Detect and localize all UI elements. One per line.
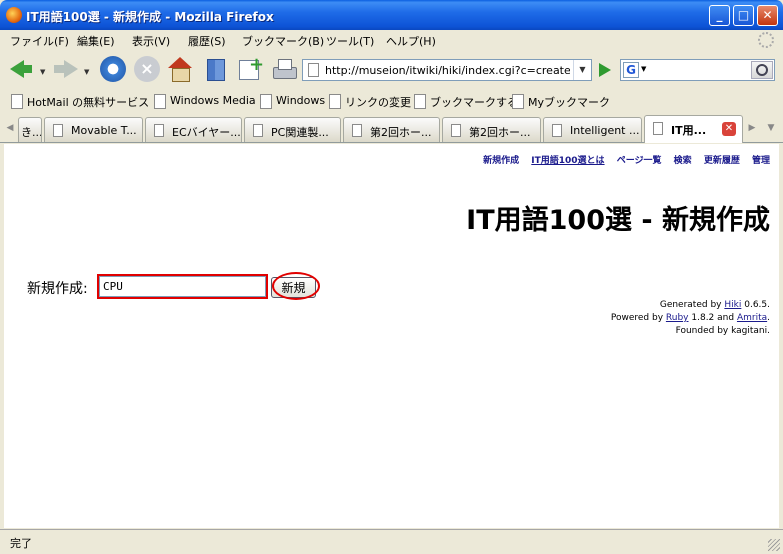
search-engine-icon[interactable]: G: [623, 62, 639, 78]
tab-3[interactable]: ECバイヤー...: [145, 117, 242, 142]
tab-label: ECバイヤー...: [172, 126, 241, 139]
print-icon[interactable]: [271, 56, 297, 82]
footer-founded-line: Founded by kagitani.: [675, 326, 770, 336]
tab-label: 第2回ホー...: [370, 126, 432, 139]
footer-powered-line: Powered by Ruby 1.8.2 and Amrita.: [611, 312, 770, 325]
menu-view[interactable]: 表示(V): [132, 33, 170, 49]
search-icon[interactable]: [751, 61, 773, 79]
tab-label: IT用...: [671, 124, 707, 137]
menu-history[interactable]: 履歴(S): [188, 33, 226, 49]
url-dropdown-icon[interactable]: ▼: [573, 60, 591, 80]
tab-5[interactable]: 第2回ホー...: [343, 117, 440, 142]
tab-bar: ◀ き... Movable T... ECバイヤー... PC関連製... 第…: [0, 114, 783, 143]
bookmark-hotmail[interactable]: HotMail の無料サービス: [11, 94, 149, 110]
tab-label: PC関連製...: [271, 126, 329, 139]
tab-8-active[interactable]: IT用... ✕: [644, 115, 743, 143]
menu-bookmarks[interactable]: ブックマーク(B): [242, 33, 324, 49]
link-admin[interactable]: 管理: [752, 156, 770, 166]
window-title: IT用語100選 - 新規作成 - Mozilla Firefox: [26, 10, 274, 24]
tab-1[interactable]: き...: [18, 117, 42, 142]
maximize-button[interactable]: □: [733, 5, 754, 26]
page-icon: [352, 124, 362, 137]
bookmark-my-bookmarks[interactable]: Myブックマーク: [512, 94, 610, 110]
close-window-button[interactable]: ✕: [757, 5, 778, 26]
tab-list-icon[interactable]: ▼: [764, 121, 778, 135]
status-text: 完了: [10, 537, 32, 550]
back-history-dropdown-icon[interactable]: ▼: [40, 68, 45, 76]
tab-label: Intelligent ...: [570, 124, 640, 137]
bookmarks-toolbar: HotMail の無料サービス Windows Media Windows リン…: [4, 89, 779, 113]
hiki-version: 0.6.5.: [744, 300, 770, 310]
tab-label: 第2回ホー...: [469, 126, 531, 139]
amrita-link[interactable]: Amrita: [737, 313, 767, 323]
bookmarks-icon[interactable]: [202, 56, 228, 82]
stop-icon[interactable]: ×: [134, 56, 160, 82]
page-footer: Generated by Hiki 0.6.5. Powered by Ruby…: [611, 299, 770, 338]
page-icon: [552, 124, 562, 137]
footer-generated-line: Generated by Hiki 0.6.5.: [611, 299, 770, 312]
link-new-page[interactable]: 新規作成: [483, 156, 519, 166]
navigation-toolbar: ▼ ▼ × ▼ G ▼: [4, 50, 779, 88]
status-bar: 完了: [0, 529, 783, 554]
page-title: IT用語100選 - 新規作成: [466, 205, 770, 236]
minimize-button[interactable]: _: [709, 5, 730, 26]
link-about[interactable]: IT用語100選とは: [531, 156, 604, 166]
forward-history-dropdown-icon[interactable]: ▼: [84, 68, 89, 76]
tabs-scroll-left-icon[interactable]: ◀: [3, 121, 17, 135]
tab-2[interactable]: Movable T...: [44, 117, 143, 142]
top-navigation: 新規作成 IT用語100選とは ページ一覧 検索 更新履歴 管理: [474, 153, 770, 166]
menu-bar: ファイル(F) 編集(E) 表示(V) 履歴(S) ブックマーク(B) ツール(…: [4, 30, 779, 50]
home-icon[interactable]: [167, 56, 193, 82]
tab-4[interactable]: PC関連製...: [244, 117, 341, 142]
page-icon: [451, 124, 461, 137]
bookmark-link-change[interactable]: リンクの変更: [329, 94, 411, 110]
firefox-icon: [6, 7, 22, 23]
url-input[interactable]: [325, 62, 570, 78]
back-icon[interactable]: [8, 56, 34, 82]
new-tab-icon[interactable]: [236, 54, 264, 82]
address-bar[interactable]: ▼: [302, 59, 592, 81]
search-input[interactable]: [653, 62, 751, 78]
link-search[interactable]: 検索: [674, 156, 692, 166]
bookmark-add[interactable]: ブックマークする: [414, 94, 518, 110]
page-icon: [308, 63, 319, 77]
menu-tools[interactable]: ツール(T): [326, 33, 374, 49]
new-page-label: 新規作成:: [27, 281, 88, 297]
tab-label: き...: [21, 126, 42, 139]
generated-by-text: Generated by: [659, 300, 722, 310]
tabs-scroll-right-icon[interactable]: ▶: [745, 121, 759, 135]
page-icon: [53, 124, 63, 137]
link-page-list[interactable]: ページ一覧: [617, 156, 662, 166]
tab-label: Movable T...: [71, 124, 137, 137]
throbber-icon: [758, 32, 774, 48]
forward-icon[interactable]: [52, 56, 78, 82]
bookmark-windows[interactable]: Windows: [260, 94, 325, 109]
search-engine-dropdown-icon[interactable]: ▼: [641, 65, 646, 73]
bookmark-windows-media[interactable]: Windows Media: [154, 94, 256, 109]
title-bar: IT用語100選 - 新規作成 - Mozilla Firefox _ □ ✕: [0, 0, 783, 30]
page-content: 新規作成 IT用語100選とは ページ一覧 検索 更新履歴 管理 IT用語100…: [4, 144, 779, 528]
hiki-link[interactable]: Hiki: [724, 300, 741, 310]
reload-icon[interactable]: [100, 56, 126, 82]
tab-6[interactable]: 第2回ホー...: [442, 117, 541, 142]
ruby-link[interactable]: Ruby: [666, 313, 689, 323]
link-recent-changes[interactable]: 更新履歴: [704, 156, 740, 166]
menu-help[interactable]: ヘルプ(H): [386, 33, 436, 49]
resize-grip-icon[interactable]: [768, 539, 780, 551]
ruby-version: 1.8.2 and: [691, 313, 735, 323]
menu-file[interactable]: ファイル(F): [10, 33, 69, 49]
create-button[interactable]: 新規: [271, 277, 316, 298]
close-tab-icon[interactable]: ✕: [722, 122, 736, 136]
page-name-input[interactable]: [97, 274, 268, 299]
go-icon[interactable]: [594, 59, 614, 81]
menu-edit[interactable]: 編集(E): [77, 33, 115, 49]
search-box[interactable]: G ▼: [620, 59, 775, 81]
page-icon: [253, 124, 263, 137]
tab-7[interactable]: Intelligent ...: [543, 117, 642, 142]
footer-period: .: [767, 313, 770, 323]
page-icon: [653, 122, 663, 135]
powered-by-text: Powered by: [610, 313, 664, 323]
page-icon: [154, 124, 164, 137]
